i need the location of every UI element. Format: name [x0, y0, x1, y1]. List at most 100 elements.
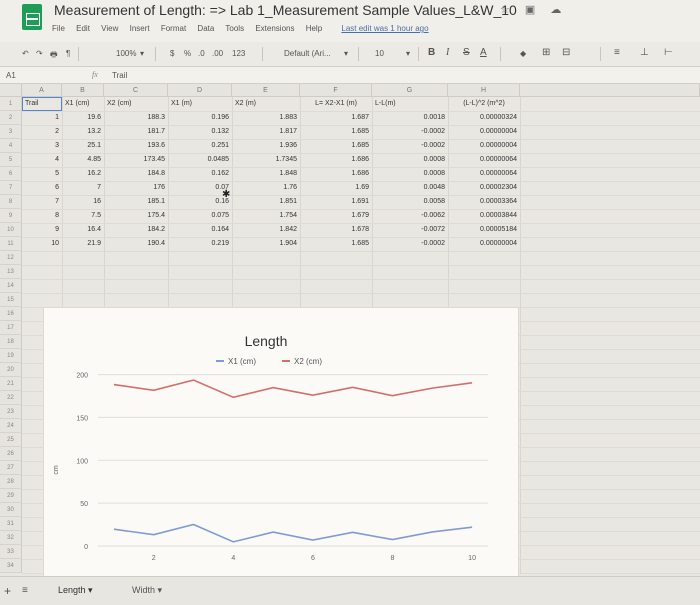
row-header[interactable]: 4 [0, 139, 22, 153]
line-chart[interactable]: Length X1 (cm) X2 (cm) 0 50 100 150 200 cm 2 4 6 8 10 [44, 308, 518, 576]
row-header[interactable]: 17 [0, 321, 22, 335]
data-cell[interactable]: 0.00000064 [450, 167, 517, 181]
header-cell[interactable]: X2 (m) [235, 97, 297, 111]
data-cell[interactable]: 185.1 [106, 195, 165, 209]
size-caret-icon[interactable]: ▾ [406, 49, 410, 58]
row-header[interactable]: 19 [0, 349, 22, 363]
data-cell[interactable]: -0.0072 [374, 223, 445, 237]
column-header-extra[interactable] [520, 84, 700, 97]
data-cell[interactable]: 3 [24, 139, 59, 153]
header-cell[interactable]: L= X2-X1 (m) [303, 97, 369, 111]
strikethrough-button[interactable]: S [463, 47, 470, 58]
fill-color-icon[interactable]: ◆ [520, 49, 526, 58]
data-cell[interactable]: 7.5 [64, 209, 101, 223]
series-line-x1[interactable] [113, 523, 473, 543]
row-header[interactable]: 20 [0, 363, 22, 377]
data-cell[interactable]: 13.2 [64, 125, 101, 139]
data-cell[interactable]: 0.251 [170, 139, 229, 153]
data-cell[interactable]: 1 [24, 111, 59, 125]
row-header[interactable]: 1 [0, 97, 22, 111]
column-header-b[interactable]: B [62, 84, 104, 97]
add-sheet-icon[interactable]: + [4, 584, 11, 598]
menu-edit[interactable]: Edit [76, 24, 90, 33]
data-cell[interactable]: -0.0002 [374, 139, 445, 153]
data-cell[interactable]: 1.851 [234, 195, 297, 209]
header-cell[interactable]: X1 (cm) [65, 97, 101, 111]
merge-cells-icon[interactable]: ⊟ [562, 47, 570, 58]
vertical-align-icon[interactable]: ⊥ [640, 47, 649, 58]
data-cell[interactable]: 1.685 [302, 139, 369, 153]
font-family-select[interactable]: Default (Ari... [284, 49, 331, 58]
row-header[interactable]: 14 [0, 279, 22, 293]
data-cell[interactable]: 1.842 [234, 223, 297, 237]
data-cell[interactable]: 1.936 [234, 139, 297, 153]
data-cell[interactable]: 0.219 [170, 237, 229, 251]
data-cell[interactable]: 1.817 [234, 125, 297, 139]
data-cell[interactable]: 181.7 [106, 125, 165, 139]
header-cell[interactable]: (L-L)^2 (m^2) [451, 97, 517, 111]
sheet-tab-length[interactable]: Length ▾ [58, 585, 93, 596]
data-cell[interactable]: 0.00000004 [450, 125, 517, 139]
last-edit-link[interactable]: Last edit was 1 hour ago [341, 24, 428, 33]
data-cell[interactable]: 7 [24, 195, 59, 209]
currency-button[interactable]: $ [170, 49, 174, 58]
menu-view[interactable]: View [101, 24, 118, 33]
menu-insert[interactable]: Insert [130, 24, 150, 33]
increase-decimal-button[interactable]: .00 [212, 49, 223, 58]
data-cell[interactable]: 0.16 [170, 195, 229, 209]
row-header[interactable]: 9 [0, 209, 22, 223]
data-cell[interactable]: 0.00003364 [450, 195, 517, 209]
data-cell[interactable]: 9 [24, 223, 59, 237]
row-header[interactable]: 27 [0, 461, 22, 475]
row-header[interactable]: 31 [0, 517, 22, 531]
menu-tools[interactable]: Tools [225, 24, 244, 33]
data-cell[interactable]: 1.686 [302, 153, 369, 167]
data-cell[interactable]: 16.2 [64, 167, 101, 181]
data-cell[interactable]: 0.0048 [374, 181, 445, 195]
row-header[interactable]: 13 [0, 265, 22, 279]
data-cell[interactable]: 1.848 [234, 167, 297, 181]
text-color-button[interactable]: A [480, 47, 487, 58]
row-header[interactable]: 26 [0, 447, 22, 461]
row-header[interactable]: 32 [0, 531, 22, 545]
data-cell[interactable]: 7 [64, 181, 101, 195]
data-cell[interactable]: 0.00000064 [450, 153, 517, 167]
series-line-x2[interactable] [113, 379, 473, 399]
data-cell[interactable]: 193.6 [106, 139, 165, 153]
data-cell[interactable]: 25.1 [64, 139, 101, 153]
italic-button[interactable]: I [446, 47, 449, 58]
data-cell[interactable]: 1.685 [302, 237, 369, 251]
data-cell[interactable]: 21.9 [64, 237, 101, 251]
data-cell[interactable]: -0.0002 [374, 125, 445, 139]
font-caret-icon[interactable]: ▾ [344, 49, 348, 58]
column-header-e[interactable]: E [232, 84, 300, 97]
undo-icon[interactable]: ↶ [22, 49, 29, 58]
data-cell[interactable]: 0.132 [170, 125, 229, 139]
header-cell[interactable]: L-L(m) [375, 97, 445, 111]
row-header[interactable]: 5 [0, 153, 22, 167]
decrease-decimal-button[interactable]: .0 [198, 49, 205, 58]
data-cell[interactable]: 0.00002304 [450, 181, 517, 195]
data-cell[interactable]: 173.45 [106, 153, 165, 167]
zoom-select[interactable]: 100% [116, 49, 136, 58]
document-title[interactable]: Measurement of Length: => Lab 1_Measurem… [54, 2, 517, 18]
data-cell[interactable]: 0.0018 [374, 111, 445, 125]
data-cell[interactable]: 176 [106, 181, 165, 195]
row-header[interactable]: 21 [0, 377, 22, 391]
data-cell[interactable]: 19.6 [64, 111, 101, 125]
data-cell[interactable]: 4.85 [64, 153, 101, 167]
star-move-cloud-icons[interactable]: ☆ ▣ ☁ [500, 3, 567, 16]
data-cell[interactable]: 1.7345 [234, 153, 297, 167]
data-cell[interactable]: 1.76 [234, 181, 297, 195]
row-header[interactable]: 34 [0, 559, 22, 573]
data-cell[interactable]: 0.196 [170, 111, 229, 125]
data-cell[interactable]: 16 [64, 195, 101, 209]
chevron-down-icon[interactable]: ▾ [88, 585, 93, 595]
data-cell[interactable]: 5 [24, 167, 59, 181]
more-formats-button[interactable]: 123 [232, 49, 245, 58]
header-cell[interactable]: X1 (m) [171, 97, 229, 111]
data-cell[interactable]: 1.685 [302, 125, 369, 139]
all-sheets-icon[interactable]: ≡ [22, 585, 28, 596]
row-header[interactable]: 7 [0, 181, 22, 195]
borders-icon[interactable]: ⊞ [542, 47, 550, 58]
